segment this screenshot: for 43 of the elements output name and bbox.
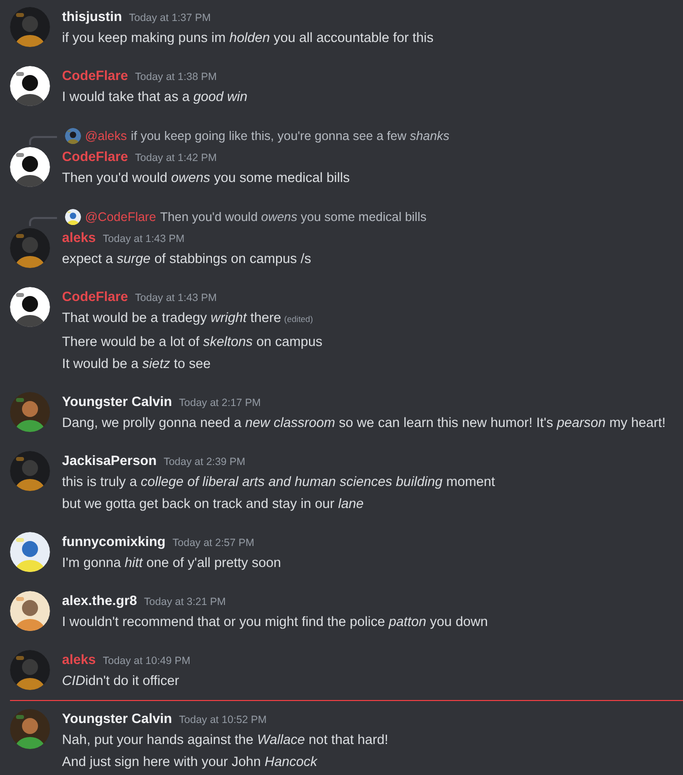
message-text: Nah, put your hands against the Wallace not that hard! <box>62 732 388 747</box>
message-text: It would be a sietz to see <box>62 356 211 371</box>
timestamp: Today at 1:43 PM <box>102 232 185 247</box>
message-text: That would be a tradegy wright there <box>62 310 282 325</box>
timestamp: Today at 1:37 PM <box>129 11 211 26</box>
timestamp: Today at 3:21 PM <box>144 595 226 610</box>
timestamp: Today at 2:17 PM <box>179 396 261 411</box>
author-name[interactable]: Youngster Calvin <box>62 709 172 729</box>
timestamp: Today at 2:57 PM <box>172 536 254 551</box>
message-text: this is truly a college of liberal arts and human sciences building moment <box>62 474 495 489</box>
message-text: Then you'd would owens you some medical bills <box>62 170 350 185</box>
author-name[interactable]: thisjustin <box>62 7 122 27</box>
message-text: Dang, we prolly gonna need a new classroom so we can learn this new humor! It's pearson my heart! <box>62 415 666 430</box>
user-avatar[interactable] <box>10 287 50 327</box>
user-avatar[interactable] <box>10 66 50 106</box>
timestamp: Today at 2:39 PM <box>164 455 246 470</box>
timestamp: Today at 1:38 PM <box>135 70 217 85</box>
user-avatar[interactable] <box>10 591 50 631</box>
message-text: I'm gonna hitt one of y'all pretty soon <box>62 555 282 570</box>
reply-line <box>29 136 57 145</box>
author-name[interactable]: Youngster Calvin <box>62 392 172 412</box>
author-name[interactable]: funnycomixking <box>62 532 166 552</box>
edited-label: (edited) <box>284 314 313 324</box>
timestamp: Today at 10:49 PM <box>102 654 190 669</box>
message-text: There would be a lot of skeltons on campus <box>62 334 322 349</box>
message-text: And just sign here with your John Hancock <box>62 754 318 769</box>
message-text: CIDidn't do it officer <box>62 673 180 688</box>
message-text: I wouldn't recommend that or you might find the police patton you down <box>62 614 488 629</box>
message-text: but we gotta get back on track and stay in our lane <box>62 496 364 511</box>
message-text: if you keep making puns im holden you all accountable for this <box>62 30 434 45</box>
message-text: expect a surge of stabbings on campus /s <box>62 251 312 266</box>
author-name[interactable]: JackisaPerson <box>62 451 157 471</box>
reply-text[interactable]: Then you'd would owens you some medical bills <box>160 210 426 224</box>
reply-avatar[interactable] <box>65 209 81 225</box>
reply-line <box>29 217 57 226</box>
timestamp: Today at 10:52 PM <box>179 713 267 728</box>
author-name[interactable]: alex.the.gr8 <box>62 591 138 611</box>
user-avatar[interactable] <box>10 147 50 187</box>
message-text: I would take that as a good win <box>62 89 248 104</box>
timestamp: Today at 1:42 PM <box>135 151 217 166</box>
reply-text[interactable]: if you keep going like this, you're gonna see a few shanks <box>130 129 450 143</box>
timestamp: Today at 1:43 PM <box>135 291 217 306</box>
user-avatar[interactable] <box>10 532 50 572</box>
